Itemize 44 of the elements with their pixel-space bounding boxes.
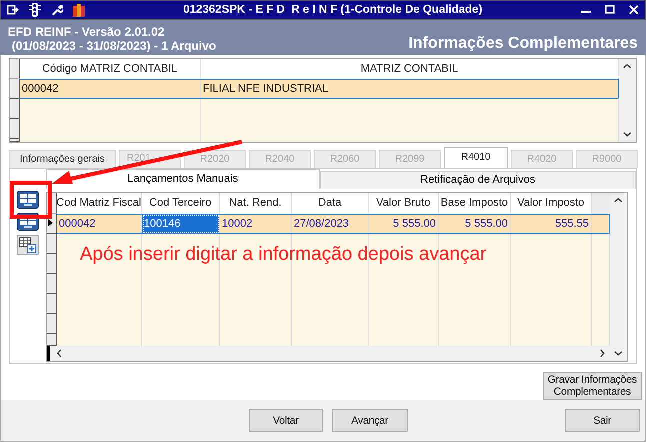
chevron-up-icon[interactable] <box>623 63 632 70</box>
form-view-icon[interactable] <box>17 190 39 209</box>
chevron-down-icon[interactable] <box>623 130 632 138</box>
row-pointer-icon <box>48 219 53 228</box>
table-cell[interactable]: 555.55 <box>511 214 592 234</box>
table-cell[interactable]: 10002 <box>220 214 292 234</box>
chevron-up-icon[interactable] <box>614 196 623 204</box>
tab[interactable]: Retificação de Arquivos <box>320 170 636 189</box>
tab[interactable]: R4010 <box>444 146 508 168</box>
section-title: Informações Complementares <box>408 35 638 53</box>
next-button[interactable]: Avançar <box>332 409 408 432</box>
header-corner <box>10 59 20 79</box>
traffic-light-icon <box>29 3 41 17</box>
exit-button[interactable]: Sair <box>565 409 640 432</box>
chevron-right-icon[interactable] <box>599 348 606 358</box>
maximize-icon[interactable] <box>605 5 615 15</box>
back-button[interactable]: Voltar <box>249 409 323 432</box>
table-row[interactable]: 000042 FILIAL NFE INDUSTRIAL <box>10 79 619 99</box>
close-icon[interactable] <box>629 5 639 15</box>
chevron-down-icon[interactable] <box>614 350 623 357</box>
table-cell[interactable]: 5 555.00 <box>439 214 511 234</box>
version-label: EFD REINF - Versão 2.01.02 <box>8 25 166 39</box>
save-button[interactable]: Gravar Informações Complementares <box>543 372 642 400</box>
table-cell[interactable]: 27/08/2023 <box>292 214 369 234</box>
tab[interactable]: Lançamentos Manuais <box>46 168 320 189</box>
table-cell[interactable]: 100146 <box>142 214 220 234</box>
exit-icon <box>7 4 19 16</box>
wrench-icon <box>51 4 63 16</box>
table-row[interactable]: 000042 100146 10002 27/08/2023 5 555.00 5 555.00 555.55 <box>47 214 610 234</box>
window-title: 012362SPK - E F D R e I N F (1-Controle De Qualidade) <box>182 4 484 16</box>
period-label: (01/08/2023 - 31/08/2023) - 1 Arquivo <box>11 39 216 53</box>
vertical-scrollbar[interactable] <box>619 59 636 142</box>
annotation-text: Após inserir digitar a informação depois avançar <box>80 244 487 266</box>
row-header[interactable] <box>10 79 20 99</box>
horizontal-scrollbar[interactable] <box>47 346 610 361</box>
chevron-left-icon[interactable] <box>56 348 63 358</box>
table-cell[interactable]: 000042 <box>20 79 201 99</box>
table-cell[interactable]: 5 555.00 <box>369 214 439 234</box>
books-icon <box>73 4 85 16</box>
vertical-scrollbar[interactable] <box>610 192 627 361</box>
highlight-frame <box>10 181 52 219</box>
add-table-icon[interactable] <box>17 234 39 255</box>
tab[interactable]: Informações gerais <box>9 150 116 168</box>
header-filler <box>592 192 610 214</box>
